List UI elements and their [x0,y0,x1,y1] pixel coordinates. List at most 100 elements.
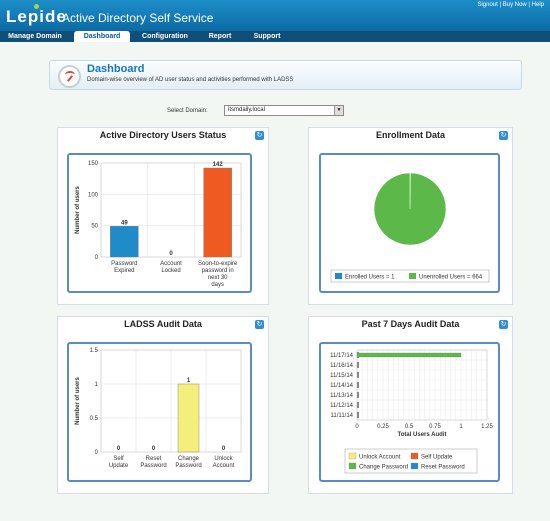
plot-area [356,349,488,421]
signout-link[interactable]: Signout [477,2,497,8]
main-nav: Manage Domain Dashboard Configuration Re… [0,31,550,42]
bar [203,167,232,258]
legend-label: Change Password [359,465,408,471]
enrollment-title: Enrollment Data [375,130,445,140]
legend-swatch [348,452,357,460]
nav-support[interactable]: Support [245,31,289,42]
refresh-icon[interactable]: ↻ [255,131,264,140]
page-subtitle: Domain-wise overview of AD user status a… [87,77,294,83]
lepide-logo: Lepide [6,7,67,26]
y-tick-label: 1.5 [90,348,99,354]
pie-slice [373,172,447,246]
refresh-icon[interactable]: ↻ [499,320,508,329]
y-tick-label: 0 [95,450,99,456]
nav-dashboard[interactable]: Dashboard [74,31,130,42]
app-header: Lepide Active Directory Self Service Sig… [0,0,550,31]
x-tick-label: Account [213,463,235,469]
y-tick-label: 0 [95,255,99,261]
nav-report[interactable]: Report [200,31,240,42]
chevron-down-icon[interactable]: ▼ [334,106,343,115]
enrollment-chart: Enrolled Users = 1 Unenrolled Users = 664 [319,153,500,293]
x-tick-label: Update [109,463,129,469]
y-tick-label: 100 [88,192,99,198]
x-tick-label: 1 [459,424,463,430]
users-status-svg: 05010015049PasswordExpired0AccountLocked… [75,161,242,288]
y-tick-label: 1 [95,382,99,388]
y-tick-label: 11/16/14 [330,363,354,369]
x-tick-label: Account [160,261,182,267]
page-title: Dashboard [87,63,145,75]
x-tick-label: Locked [161,268,180,274]
x-tick-label: 0.5 [405,424,414,430]
bar-stub [357,412,359,418]
top-links: Signout | Buy Now | Help [477,2,544,8]
x-tick-label: Password [111,261,137,267]
y-tick-label: 11/14/14 [330,383,354,389]
enrollment-svg: Enrolled Users = 1 Unenrolled Users = 664 [330,172,490,283]
bar-stub [357,392,359,398]
x-tick-label: next 30 [208,275,228,281]
x-tick-label: Change [178,456,200,462]
bar-stub [357,402,359,408]
domain-select[interactable]: itsmdaily.local ▼ [224,105,344,116]
bar-stub [357,382,359,388]
x-axis-label: Total Users Audit [397,432,446,438]
legend-swatch [410,452,419,460]
refresh-icon[interactable]: ↻ [255,320,264,329]
data-label: 142 [213,162,224,168]
audit-title: LADSS Audit Data [124,319,202,329]
x-tick-label: 0 [355,424,359,430]
audit-svg: 00.511.50SelfUpdate0ResetPassword1Change… [75,348,242,469]
y-tick-label: 50 [91,224,98,230]
x-tick-label: 0.25 [377,424,389,430]
dashboard-gauge-icon [58,65,81,88]
x-tick-label: Expired [114,268,134,274]
past7-svg: 0 0.25 0.5 0.75 1 1.25 11/17/14 11/16/14 11/15/1… [330,349,493,474]
bar [356,352,462,358]
legend-label: Unlock Account [359,455,401,461]
y-tick-label: 11/15/14 [330,373,354,379]
past7-chart: 0 0.25 0.5 0.75 1 1.25 11/17/14 11/16/14 11/15/1… [319,342,500,482]
past7-title: Past 7 Days Audit Data [361,319,460,329]
bar [177,383,200,453]
data-label: 49 [121,220,128,226]
buy-now-link[interactable]: Buy Now [503,2,527,8]
y-axis-label: Number of users [75,186,81,234]
legend-label: Unenrolled Users = 664 [419,275,483,281]
bar [110,226,139,258]
x-tick-label: Password [140,463,166,469]
users-status-title: Active Directory Users Status [99,130,227,140]
bar-stub [357,372,359,378]
x-tick-label: Soon-to-expire [198,261,238,267]
domain-select-value: itsmdaily.local [228,107,265,113]
x-tick-label: 0.75 [429,424,441,430]
y-tick-label: 11/12/14 [330,403,354,409]
legend-label: Enrolled Users = 1 [345,275,395,281]
x-tick-label: days [211,282,224,288]
domain-select-label: Select Domain: [167,108,208,114]
y-axis-label: Number of users [75,377,81,425]
y-tick-label: 11/13/14 [330,393,354,399]
nav-manage-domain[interactable]: Manage Domain [4,31,66,42]
legend-label: Reset Password [421,465,465,471]
x-tick-label: Password [175,463,201,469]
users-status-chart: 0 50 100 150 49 Password Expired 0 Account Locked… [67,153,252,293]
nav-configuration[interactable]: Configuration [137,31,193,42]
legend-swatch [348,462,357,470]
y-tick-label: 150 [88,161,99,167]
legend-swatch [335,273,342,279]
x-tick-label: Unlock [214,456,233,462]
legend-label: Self Update [421,455,453,461]
y-tick-label: 11/11/14 [331,413,354,419]
app-title: Active Directory Self Service [62,11,214,25]
help-link[interactable]: Help [532,2,544,8]
logo-dot-icon [34,4,39,9]
x-tick-label: password in [202,268,234,274]
x-tick-label: Self [113,456,124,462]
bar-stub [357,362,359,368]
x-tick-label: Reset [146,456,162,462]
legend-swatch [409,273,416,279]
refresh-icon[interactable]: ↻ [499,131,508,140]
x-tick-label: 1.25 [481,424,493,430]
y-tick-label: 11/17/14 [330,353,354,359]
